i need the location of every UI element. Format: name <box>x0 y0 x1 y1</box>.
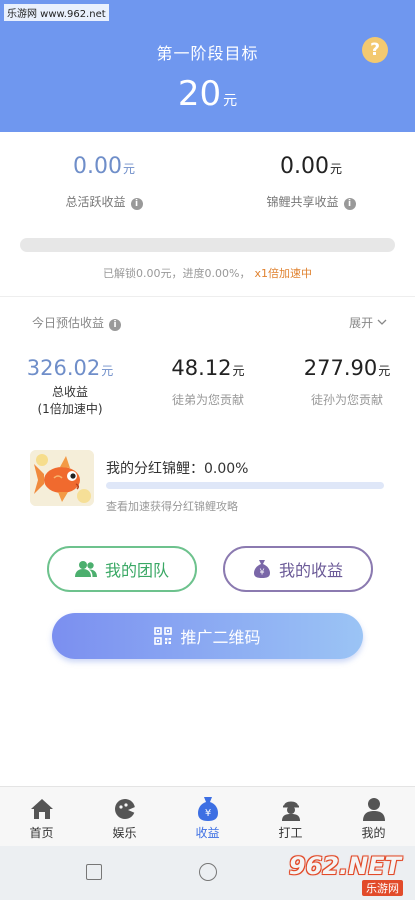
carp-shared-income-value: 0.00 <box>280 154 329 179</box>
divider <box>0 296 415 297</box>
stage-title: 第一阶段目标 <box>156 44 259 63</box>
grand-apprentice-forecast-label: 徒孙为您贡献 <box>310 393 383 407</box>
tab-entertainment-label: 娱乐 <box>112 826 137 840</box>
apprentice-forecast-value: 48.12 <box>171 356 232 380</box>
expand-toggle[interactable]: 展开 <box>349 314 387 331</box>
qr-code-icon <box>154 627 173 645</box>
grand-apprentice-forecast: 277.90元 徒孙为您贡献 <box>285 356 409 409</box>
goal-unit: 元 <box>223 93 238 109</box>
svg-text:¥: ¥ <box>204 808 210 819</box>
tab-home-label: 首页 <box>29 826 54 840</box>
promote-qrcode-label: 推广二维码 <box>180 628 261 647</box>
info-icon[interactable]: i <box>109 319 122 331</box>
apprentice-forecast-unit: 元 <box>232 364 245 378</box>
info-icon[interactable]: i <box>130 198 143 210</box>
progress-status: 已解锁0.00元，进度0.00%， <box>103 267 251 280</box>
goal-value: 20 <box>177 74 222 114</box>
grand-apprentice-forecast-value: 277.90 <box>303 356 378 380</box>
apprentice-forecast-label: 徒弟为您贡献 <box>171 393 244 407</box>
watermark-logo: 962.NET 乐游网 <box>281 852 409 896</box>
tab-home[interactable]: 首页 <box>0 787 83 846</box>
active-income-stat: 0.00元 总活跃收益 i <box>0 154 208 210</box>
expand-label: 展开 <box>349 316 374 330</box>
total-forecast-label: 总收益 <box>51 385 88 399</box>
carp-guide-link[interactable]: 查看加速获得分红锦鲤攻略 <box>106 498 238 514</box>
recent-apps-button[interactable] <box>86 864 102 880</box>
home-button[interactable] <box>199 863 217 881</box>
apprentice-forecast: 48.12元 徒弟为您贡献 <box>148 356 268 409</box>
active-income-unit: 元 <box>122 162 135 176</box>
tab-work-label: 打工 <box>278 826 303 840</box>
grand-apprentice-forecast-unit: 元 <box>378 364 391 378</box>
money-bag-icon: ¥ <box>197 797 218 821</box>
koi-fish-icon <box>30 450 94 506</box>
total-forecast-note: (1倍加速中) <box>37 402 103 416</box>
carp-dividend-card[interactable]: 我的分红锦鲤：0.00% 查看加速获得分红锦鲤攻略 <box>30 450 390 520</box>
worker-icon <box>281 801 300 821</box>
user-icon <box>362 798 385 821</box>
carp-shared-income-label: 锦鲤共享收益 <box>266 195 339 209</box>
my-team-button[interactable]: 我的团队 <box>47 546 197 592</box>
svg-text:¥: ¥ <box>259 568 264 577</box>
my-earnings-label: 我的收益 <box>278 561 343 580</box>
home-icon <box>30 799 53 819</box>
game-icon <box>114 799 135 819</box>
active-income-value: 0.00 <box>73 154 122 179</box>
tab-mine-label: 我的 <box>361 826 386 840</box>
carp-shared-income-stat: 0.00元 锦鲤共享收益 i <box>207 154 415 210</box>
info-icon[interactable]: i <box>343 198 356 210</box>
carp-shared-income-unit: 元 <box>329 162 342 176</box>
tab-earnings-label: 收益 <box>195 826 220 840</box>
money-bag-icon: ¥ <box>253 560 270 578</box>
accel-status: x1倍加速中 <box>254 267 312 280</box>
system-nav-bar: 962.NET 乐游网 <box>0 846 415 900</box>
tab-entertainment[interactable]: 娱乐 <box>83 787 166 846</box>
tab-earnings[interactable]: ¥ 收益 <box>166 787 249 846</box>
active-income-label: 总活跃收益 <box>65 195 126 209</box>
watermark-logo-text: 962.NET <box>288 852 401 880</box>
my-team-label: 我的团队 <box>104 561 169 580</box>
forecast-title: 今日预估收益 i <box>32 314 122 331</box>
chevron-down-icon <box>377 319 387 325</box>
carp-progress-bar <box>106 482 384 489</box>
my-earnings-button[interactable]: ¥ 我的收益 <box>223 546 373 592</box>
bottom-tab-bar: 首页 娱乐 ¥ 收益 打工 我的 <box>0 786 415 846</box>
unlock-progress-bar <box>20 238 395 252</box>
tab-work[interactable]: 打工 <box>249 787 332 846</box>
tab-mine[interactable]: 我的 <box>332 787 415 846</box>
carp-dividend-label: 我的分红锦鲤：0.00% <box>106 461 249 477</box>
promote-qrcode-button[interactable]: 推广二维码 <box>52 613 363 659</box>
unlock-progress-text: 已解锁0.00元，进度0.00%， x1倍加速中 <box>0 265 415 281</box>
watermark-logo-subtext: 乐游网 <box>362 880 403 896</box>
total-forecast-unit: 元 <box>101 364 114 378</box>
forecast-title-label: 今日预估收益 <box>32 316 105 330</box>
help-icon[interactable]: ? <box>362 37 388 63</box>
total-forecast: 326.02元 总收益 (1倍加速中) <box>14 356 126 418</box>
watermark-text: 乐游网 www.962.net <box>4 4 109 21</box>
team-icon <box>74 561 97 577</box>
total-forecast-value: 326.02 <box>26 356 101 380</box>
stage-goal: 20 元 <box>0 74 415 114</box>
